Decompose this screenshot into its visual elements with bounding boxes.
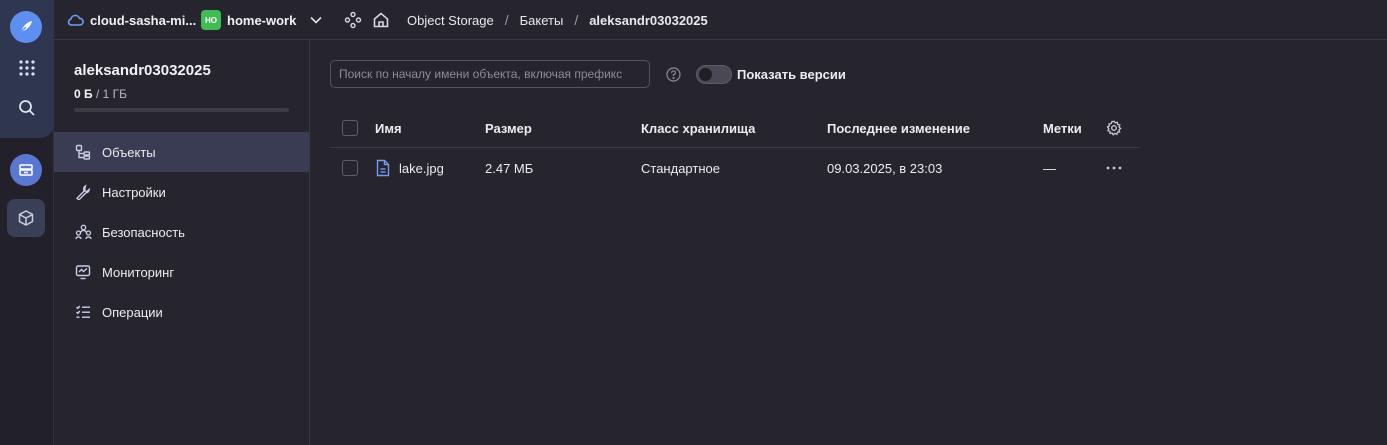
sidebar-item-label: Мониторинг [102, 264, 175, 280]
column-header-modified[interactable]: Последнее изменение [827, 108, 970, 148]
table-row[interactable]: lake.jpg 2.47 МБ Стандартное 09.03.2025,… [330, 148, 1140, 189]
folder-selector[interactable]: НО home-work [201, 0, 322, 40]
objects-table: Имя Размер Класс хранилища Последнее изм… [330, 108, 1140, 189]
toggle-knob [699, 68, 712, 81]
list-icon [74, 303, 92, 321]
sidebar-item-objects[interactable]: Объекты [54, 132, 309, 172]
home-icon[interactable] [372, 0, 390, 40]
select-all-checkbox[interactable] [342, 120, 358, 136]
cell-size: 2.47 МБ [485, 160, 534, 176]
sidebar-item-label: Безопасность [102, 224, 185, 240]
cell-name[interactable]: lake.jpg [375, 148, 444, 188]
bucket-name: aleksandr03032025 [74, 62, 211, 79]
sidebar-item-monitoring[interactable]: Мониторинг [54, 252, 309, 292]
cell-storage-class: Стандартное [641, 160, 720, 176]
file-name: lake.jpg [399, 160, 444, 176]
sidebar-item-settings[interactable]: Настройки [54, 172, 309, 212]
sidebar-item-label: Объекты [102, 144, 156, 160]
column-header-storage-class[interactable]: Класс хранилища [641, 108, 755, 148]
show-versions-toggle[interactable] [696, 65, 732, 84]
usage-used: 0 Б [74, 87, 93, 101]
help-icon[interactable] [664, 65, 682, 83]
sidebar-item-label: Операции [102, 304, 163, 320]
services-icon[interactable] [344, 0, 362, 40]
object-search-input[interactable] [330, 60, 650, 88]
cloud-selector[interactable]: cloud-sasha-mi... [66, 0, 196, 40]
wrench-icon [74, 183, 92, 201]
column-header-name[interactable]: Имя [375, 108, 402, 148]
sidebar-item-security[interactable]: Безопасность [54, 212, 309, 252]
app-rail [0, 0, 54, 445]
usage-progress-bar [74, 108, 289, 112]
row-checkbox[interactable] [342, 160, 358, 176]
show-versions-label: Показать версии [737, 67, 846, 82]
cell-labels: — [1043, 160, 1056, 176]
object-storage-service-icon[interactable] [10, 154, 42, 186]
storage-usage: 0 Б / 1 ГБ [74, 87, 127, 101]
breadcrumb-buckets[interactable]: Бакеты [520, 13, 564, 28]
sidebar-item-label: Настройки [102, 184, 166, 200]
file-icon [376, 159, 390, 177]
table-header: Имя Размер Класс хранилища Последнее изм… [330, 108, 1140, 148]
monitor-icon [74, 263, 92, 281]
users-icon [74, 223, 92, 241]
apps-grid-icon[interactable] [12, 53, 42, 83]
bucket-sidebar: aleksandr03032025 0 Б / 1 ГБ Объекты Нас… [54, 40, 310, 445]
objects-icon [74, 143, 92, 161]
usage-limit: / 1 ГБ [95, 87, 128, 101]
breadcrumb-separator: / [574, 12, 579, 28]
breadcrumb-current-bucket: aleksandr03032025 [589, 12, 708, 28]
breadcrumb-object-storage[interactable]: Object Storage [407, 13, 494, 28]
cloud-name: cloud-sasha-mi... [90, 12, 197, 28]
top-bar: cloud-sasha-mi... НО home-work Object St… [54, 0, 1387, 40]
breadcrumb: Object Storage / Бакеты / aleksandr03032… [407, 0, 708, 40]
sidebar-item-operations[interactable]: Операции [54, 292, 309, 332]
breadcrumb-separator: / [504, 12, 509, 28]
cloud-icon [67, 14, 84, 26]
select-all-checkbox-cell [342, 108, 358, 148]
column-header-size[interactable]: Размер [485, 108, 532, 148]
search-icon[interactable] [12, 93, 42, 123]
cell-modified: 09.03.2025, в 23:03 [827, 160, 943, 176]
cloud-logo-icon[interactable] [10, 11, 42, 43]
table-settings-gear-icon[interactable] [1106, 108, 1122, 148]
chevron-down-icon [310, 16, 322, 24]
column-header-labels: Метки [1043, 120, 1082, 136]
folder-badge: НО [201, 10, 221, 30]
row-actions-more-icon[interactable] [1106, 148, 1122, 188]
cube-service-icon[interactable] [7, 199, 45, 237]
row-checkbox-cell [342, 148, 358, 188]
folder-name: home-work [227, 12, 297, 28]
